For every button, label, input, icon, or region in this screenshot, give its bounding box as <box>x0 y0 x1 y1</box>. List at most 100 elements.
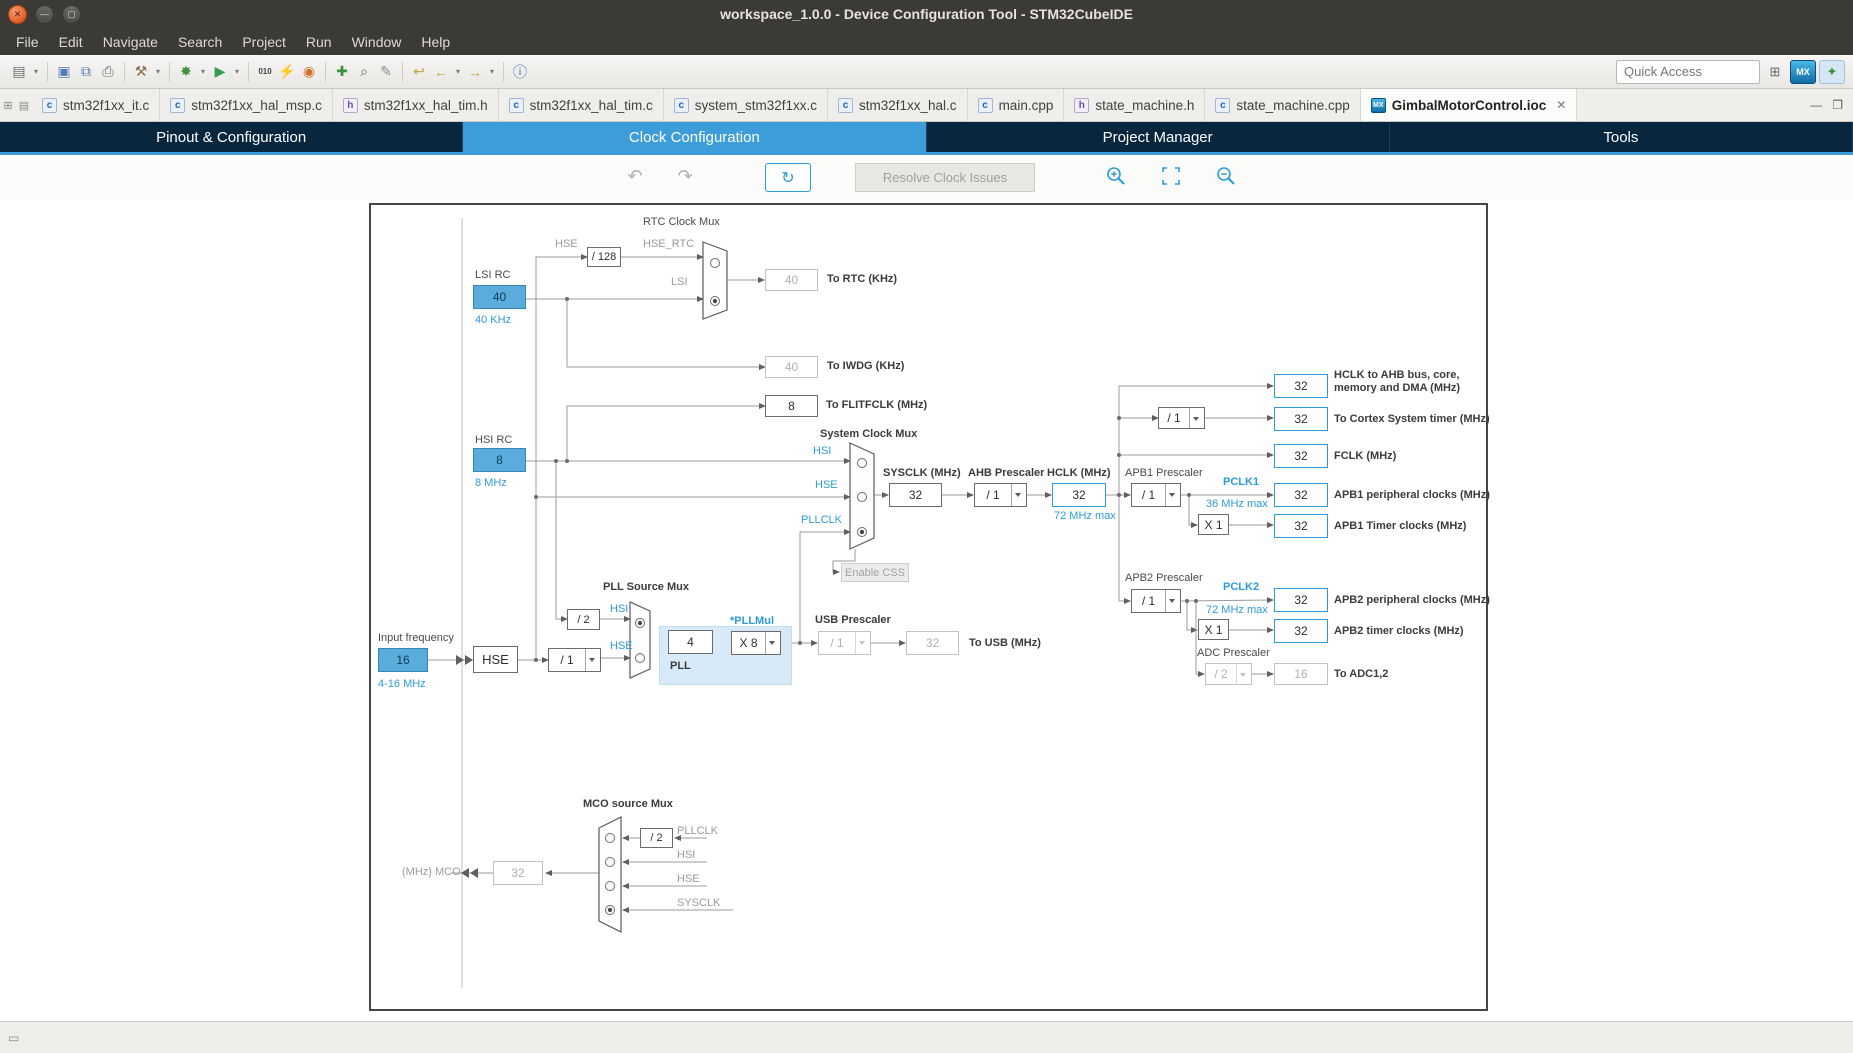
tab-close-icon[interactable]: ✕ <box>1556 98 1566 112</box>
tab-pinout-configuration[interactable]: Pinout & Configuration <box>0 122 464 152</box>
tab-state-machine-h[interactable]: h state_machine.h <box>1064 89 1206 121</box>
pclk1-label: PCLK1 <box>1223 476 1260 488</box>
forward-dropdown-icon[interactable]: ▾ <box>487 61 497 83</box>
cortex-timer-value[interactable]: 32 <box>1274 407 1328 431</box>
tab-stm32f1xx-it-c[interactable]: c stm32f1xx_it.c <box>32 89 161 121</box>
menu-window[interactable]: Window <box>342 30 412 54</box>
sysclk-value[interactable]: 32 <box>889 483 942 507</box>
menu-edit[interactable]: Edit <box>49 30 93 54</box>
new-wizard-dropdown-icon[interactable]: ▾ <box>31 61 41 83</box>
tab-main-cpp[interactable]: c main.cpp <box>968 89 1065 121</box>
new-cpp-class-icon[interactable]: ✚ <box>332 61 352 83</box>
mco-hse-radio[interactable] <box>605 881 615 891</box>
last-edit-icon[interactable]: ↩ <box>409 61 429 83</box>
usb-prescaler-dropdown[interactable]: / 1 <box>818 631 871 655</box>
new-wizard-icon[interactable]: ▤ <box>9 61 29 83</box>
tab-stm32f1xx-hal-tim-h[interactable]: h stm32f1xx_hal_tim.h <box>333 89 499 121</box>
debug-perspective-icon[interactable]: ✦ <box>1819 59 1845 84</box>
tab-gimbalmotorcontrol-ioc[interactable]: MX GimbalMotorControl.ioc ✕ <box>1360 89 1578 121</box>
restore-left-panel-icon[interactable]: ⊞ <box>0 89 16 121</box>
maximize-editor-icon[interactable]: ❐ <box>1832 98 1843 112</box>
minimize-editor-icon[interactable]: — <box>1810 98 1822 112</box>
apb2-prescaler-dropdown[interactable]: / 1 <box>1131 589 1181 613</box>
tab-stm32f1xx-hal-msp-c[interactable]: c stm32f1xx_hal_msp.c <box>160 89 333 121</box>
pllmux-hse-radio[interactable] <box>635 653 645 663</box>
pllmux-hsi-label: HSI <box>610 603 629 615</box>
tab-clock-configuration[interactable]: Clock Configuration <box>463 122 927 152</box>
build-dropdown-icon[interactable]: ▾ <box>153 61 163 83</box>
tab-stm32f1xx-hal-tim-c[interactable]: c stm32f1xx_hal_tim.c <box>499 89 664 121</box>
adc-prescaler-dropdown[interactable]: / 2 <box>1205 663 1252 685</box>
reset-clock-button[interactable]: ↻ <box>765 163 811 192</box>
save-all-icon[interactable]: ⧉ <box>76 61 96 83</box>
zoom-out-icon[interactable] <box>1215 165 1237 187</box>
editor-switch-icon[interactable]: ▤ <box>16 89 32 121</box>
tab-system-stm32f1xx-c[interactable]: c system_stm32f1xx.c <box>664 89 829 121</box>
apb2-peripheral-value[interactable]: 32 <box>1274 588 1328 612</box>
save-icon[interactable]: ▣ <box>54 61 74 83</box>
back-icon[interactable]: ← <box>431 61 451 83</box>
info-icon[interactable]: ⓘ <box>510 61 530 83</box>
undo-icon[interactable]: ↶ <box>622 163 648 189</box>
run-icon[interactable]: ▶ <box>210 61 230 83</box>
menu-run[interactable]: Run <box>296 30 342 54</box>
tab-stm32f1xx-hal-c[interactable]: c stm32f1xx_hal.c <box>828 89 968 121</box>
apb2-timer-multiplier: X 1 <box>1198 619 1229 640</box>
build-icon[interactable]: ⚒ <box>131 61 151 83</box>
menu-search[interactable]: Search <box>168 30 232 54</box>
zoom-in-icon[interactable] <box>1105 165 1127 187</box>
apb1-peripheral-value[interactable]: 32 <box>1274 483 1328 507</box>
menu-file[interactable]: File <box>6 30 49 54</box>
forward-icon[interactable]: → <box>465 61 485 83</box>
apb1-timer-value[interactable]: 32 <box>1274 514 1328 538</box>
back-dropdown-icon[interactable]: ▾ <box>453 61 463 83</box>
menu-project[interactable]: Project <box>232 30 296 54</box>
window-minimize-button[interactable]: — <box>35 4 54 24</box>
mco-pllclk-radio[interactable] <box>605 833 615 843</box>
debug-dropdown-icon[interactable]: ▾ <box>198 61 208 83</box>
enable-css-button[interactable]: Enable CSS <box>841 563 909 582</box>
browser-icon[interactable]: ◉ <box>299 61 319 83</box>
cubemx-perspective-icon[interactable]: MX <box>1790 59 1816 84</box>
resolve-clock-issues-button[interactable]: Resolve Clock Issues <box>855 163 1035 192</box>
ahb-prescaler-dropdown[interactable]: / 1 <box>974 483 1027 507</box>
zoom-fit-icon[interactable] <box>1160 165 1182 187</box>
menu-navigate[interactable]: Navigate <box>93 30 168 54</box>
tab-project-manager[interactable]: Project Manager <box>927 122 1390 152</box>
pclk2-max-label: 72 MHz max <box>1206 604 1268 616</box>
sysmux-hse-radio[interactable] <box>857 492 867 502</box>
sysmux-hsi-radio[interactable] <box>857 458 867 468</box>
pllmul-dropdown[interactable]: X 8 <box>731 631 781 655</box>
open-perspective-icon[interactable]: ⊞ <box>1763 61 1787 83</box>
window-close-button[interactable]: ✕ <box>8 4 27 24</box>
rtc-hse-radio[interactable] <box>710 258 720 268</box>
hclk-ahb-bus-value[interactable]: 32 <box>1274 374 1328 398</box>
search-icon[interactable]: ⌕ <box>354 61 374 83</box>
quick-access-input[interactable] <box>1616 59 1760 84</box>
hclk-value[interactable]: 32 <box>1052 483 1106 507</box>
annotation-icon[interactable]: ✎ <box>376 61 396 83</box>
debug-icon[interactable]: ✸ <box>176 61 196 83</box>
mco-hsi-radio[interactable] <box>605 857 615 867</box>
print-icon[interactable]: ⎙ <box>98 61 118 83</box>
run-dropdown-icon[interactable]: ▾ <box>232 61 242 83</box>
binary-icon[interactable]: 010 <box>255 61 275 83</box>
tab-state-machine-cpp[interactable]: c state_machine.cpp <box>1205 89 1361 121</box>
flash-download-icon[interactable]: ⚡ <box>277 61 297 83</box>
cortex-prescaler-dropdown[interactable]: / 1 <box>1158 407 1205 429</box>
tab-tools[interactable]: Tools <box>1390 122 1853 152</box>
redo-icon[interactable]: ↷ <box>672 163 698 189</box>
sysmux-pllclk-label: PLLCLK <box>801 514 842 526</box>
hse-prediv-dropdown[interactable]: / 1 <box>548 648 601 672</box>
c-file-icon: c <box>42 97 57 113</box>
window-maximize-button[interactable]: ▢ <box>62 4 81 24</box>
window-titlebar: ✕ — ▢ workspace_1.0.0 - Device Configura… <box>0 0 1853 28</box>
apb2-timer-value[interactable]: 32 <box>1274 619 1328 643</box>
apb2-prescaler-label: APB2 Prescaler <box>1125 572 1203 584</box>
apb2-prescaler-value: / 1 <box>1141 594 1156 608</box>
fclk-value[interactable]: 32 <box>1274 444 1328 468</box>
sysmux-hsi-label: HSI <box>813 445 832 457</box>
apb1-prescaler-dropdown[interactable]: / 1 <box>1131 483 1181 507</box>
menu-help[interactable]: Help <box>411 30 460 54</box>
input-frequency-value[interactable]: 16 <box>378 648 428 672</box>
